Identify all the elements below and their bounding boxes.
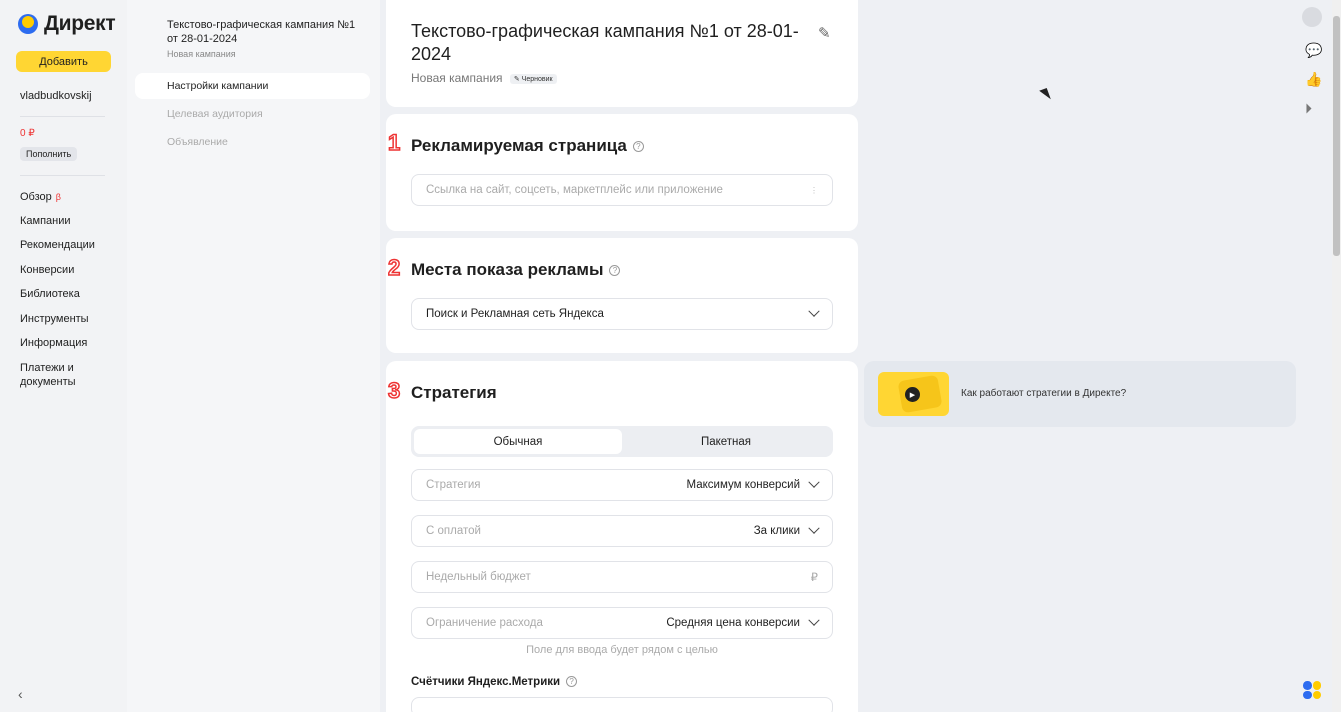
help-icon[interactable]: ? bbox=[632, 141, 644, 153]
draft-badge: ✎ Черновик bbox=[509, 73, 557, 84]
mouse-cursor-icon bbox=[1039, 87, 1051, 103]
nav-label: Обзор bbox=[20, 191, 52, 203]
campaign-nav-subtitle: Новая кампания bbox=[167, 49, 236, 59]
header-card: Текстово-графическая кампания №1 от 28-0… bbox=[386, 0, 858, 107]
nav-item-overview[interactable]: Обзор β bbox=[20, 190, 61, 204]
nav-item-conversions[interactable]: Конверсии bbox=[20, 263, 74, 277]
strategy-type-switch: Обычная Пакетная bbox=[411, 426, 833, 457]
metrika-counters-title: Счётчики Яндекс.Метрики? bbox=[411, 676, 578, 688]
nav-item-info[interactable]: Информация bbox=[20, 336, 87, 350]
direct-logo-icon bbox=[18, 14, 38, 34]
play-circle-icon[interactable]: ⏵ bbox=[1305, 100, 1312, 117]
step-number: 1 bbox=[387, 129, 401, 156]
left-nav: Директ Добавить vladbudkovskij 0 ₽ Попол… bbox=[0, 0, 127, 712]
menu-item-ad[interactable]: Объявление bbox=[167, 136, 228, 148]
page-subtitle: Новая кампания ✎ Черновик bbox=[411, 71, 557, 85]
campaign-nav-title: Текстово-графическая кампания №1 от 28-0… bbox=[167, 19, 356, 45]
url-input-placeholder: Ссылка на сайт, соцсеть, маркетплейс или… bbox=[426, 184, 723, 196]
strategy-card: 3 Стратегия Обычная Пакетная Стратегия М… bbox=[386, 361, 858, 712]
username[interactable]: vladbudkovskij bbox=[20, 90, 92, 102]
nav-item-library[interactable]: Библиотека bbox=[20, 287, 80, 301]
spend-limit-value: Средняя цена конверсии bbox=[666, 617, 800, 629]
beta-badge: β bbox=[55, 192, 61, 202]
apps-grid-icon[interactable] bbox=[1303, 681, 1321, 699]
strategy-select[interactable]: Стратегия Максимум конверсий bbox=[411, 469, 833, 501]
chevron-down-icon bbox=[808, 305, 820, 317]
spend-limit-label: Ограничение расхода bbox=[426, 617, 543, 629]
spend-limit-select[interactable]: Ограничение расхода Средняя цена конверс… bbox=[411, 607, 833, 639]
chat-icon[interactable]: 💬 bbox=[1305, 42, 1322, 59]
strategy-value: Максимум конверсий bbox=[686, 479, 800, 491]
page-title: Текстово-графическая кампания №1 от 28-0… bbox=[411, 21, 799, 64]
promo-text: Как работают стратегии в Директе? bbox=[961, 388, 1127, 399]
tab-regular[interactable]: Обычная bbox=[414, 429, 622, 454]
divider bbox=[20, 116, 105, 117]
step-number: 2 bbox=[387, 254, 401, 281]
nav-item-payments[interactable]: Платежи и документы bbox=[20, 361, 90, 389]
placements-select[interactable]: Поиск и Рекламная сеть Яндекса bbox=[411, 298, 833, 330]
step-number: 3 bbox=[387, 377, 401, 404]
help-icon[interactable]: ? bbox=[609, 265, 621, 277]
currency-symbol: ₽ bbox=[810, 572, 818, 584]
nav-item-recommendations[interactable]: Рекомендации bbox=[20, 238, 95, 252]
weekly-budget-placeholder: Недельный бюджет bbox=[426, 571, 531, 583]
payment-label: С оплатой bbox=[426, 525, 481, 537]
advertised-page-card: 1 Рекламируемая страница? Ссылка на сайт… bbox=[386, 114, 858, 231]
payment-value: За клики bbox=[753, 525, 800, 537]
placements-value: Поиск и Рекламная сеть Яндекса bbox=[426, 308, 604, 320]
scrollbar-thumb[interactable] bbox=[1333, 16, 1340, 256]
divider bbox=[20, 175, 105, 176]
balance: 0 ₽ bbox=[20, 128, 35, 139]
section-title: Места показа рекламы? bbox=[411, 260, 621, 280]
section-title: Стратегия bbox=[411, 383, 497, 402]
edit-pencil-icon[interactable]: ✎ bbox=[818, 24, 831, 42]
page-subtitle-text: Новая кампания bbox=[411, 71, 503, 85]
avatar[interactable] bbox=[1302, 7, 1322, 27]
play-icon: ▶ bbox=[905, 387, 920, 402]
chevron-down-icon bbox=[808, 614, 820, 626]
strategy-video-promo[interactable]: ▶ Как работают стратегии в Директе? bbox=[864, 361, 1296, 427]
video-thumbnail: ▶ bbox=[878, 372, 949, 416]
section-title-text: Места показа рекламы bbox=[411, 260, 604, 279]
url-input[interactable]: Ссылка на сайт, соцсеть, маркетплейс или… bbox=[411, 174, 833, 206]
placements-card: 2 Места показа рекламы? Поиск и Рекламна… bbox=[386, 238, 858, 353]
nav-item-tools[interactable]: Инструменты bbox=[20, 312, 89, 326]
tab-package[interactable]: Пакетная bbox=[622, 429, 830, 454]
metrika-counters-input[interactable] bbox=[411, 697, 833, 712]
menu-item-settings[interactable]: Настройки кампании bbox=[135, 73, 370, 99]
payment-select[interactable]: С оплатой За клики bbox=[411, 515, 833, 547]
thumbs-up-icon[interactable]: 👍 bbox=[1305, 71, 1322, 88]
field-hint: Поле для ввода будет рядом с целью bbox=[526, 644, 718, 656]
nav-item-campaigns[interactable]: Кампании bbox=[20, 214, 71, 228]
section-title-text: Рекламируемая страница bbox=[411, 136, 627, 155]
help-icon[interactable]: ? bbox=[566, 676, 578, 688]
section-title: Рекламируемая страница? bbox=[411, 136, 644, 156]
collapse-chevron-icon[interactable]: ‹ bbox=[18, 686, 23, 702]
campaign-nav: Текстово-графическая кампания №1 от 28-0… bbox=[127, 0, 380, 712]
chevron-down-icon bbox=[808, 476, 820, 488]
menu-item-audience[interactable]: Целевая аудитория bbox=[167, 108, 263, 120]
add-button[interactable]: Добавить bbox=[16, 51, 111, 72]
weekly-budget-input[interactable]: Недельный бюджет ₽ bbox=[411, 561, 833, 593]
resize-handle-icon: ⋮ bbox=[810, 185, 818, 195]
logo-text: Директ bbox=[44, 12, 116, 35]
metrika-title-text: Счётчики Яндекс.Метрики bbox=[411, 676, 561, 688]
direct-logo[interactable]: Директ bbox=[18, 12, 116, 36]
topup-button[interactable]: Пополнить bbox=[20, 147, 78, 161]
chevron-down-icon bbox=[808, 522, 820, 534]
strategy-label: Стратегия bbox=[426, 479, 481, 491]
